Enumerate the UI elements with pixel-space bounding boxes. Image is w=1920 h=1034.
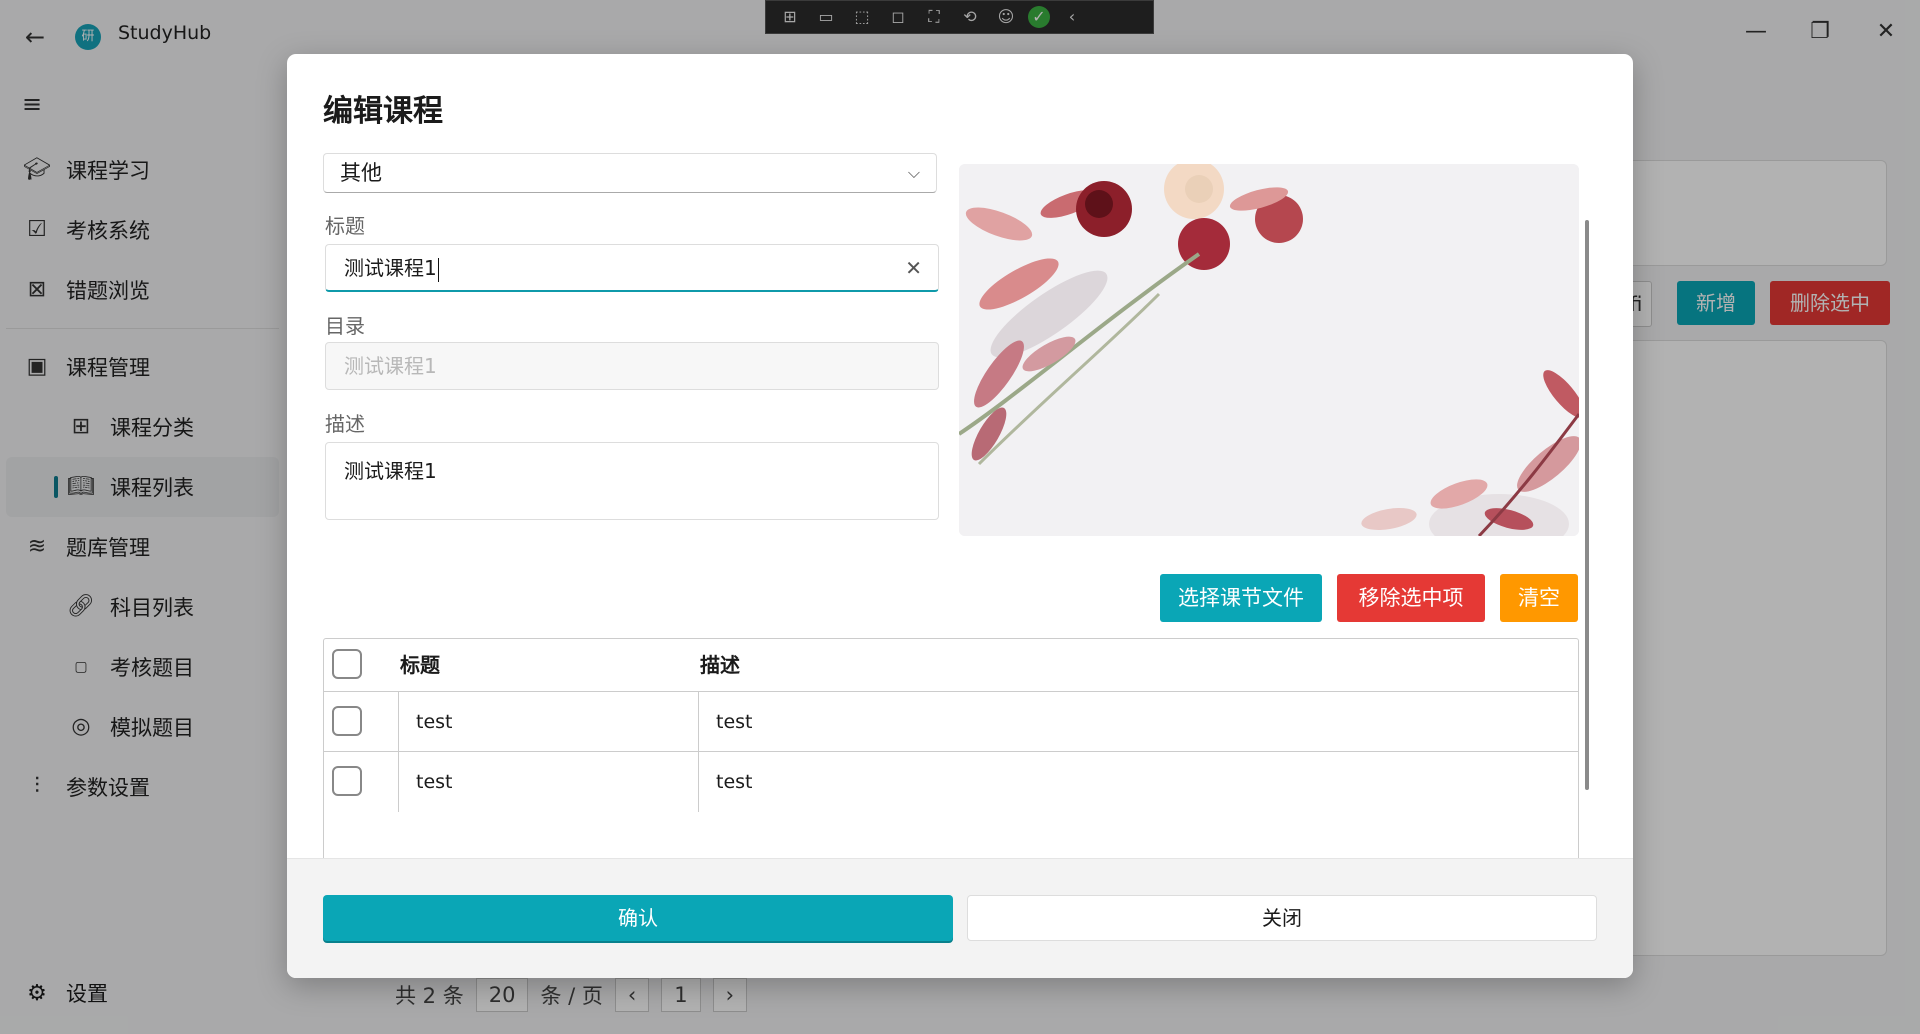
select-all-checkbox[interactable]: [332, 649, 362, 679]
row-description: test: [716, 771, 753, 793]
category-select[interactable]: 其他 ⌵: [323, 153, 937, 193]
table-row[interactable]: test test: [324, 751, 1578, 812]
directory-label: 目录: [325, 314, 365, 338]
clear-input-icon[interactable]: ✕: [905, 245, 922, 291]
confirm-button[interactable]: 确认: [323, 895, 953, 941]
row-checkbox[interactable]: [332, 766, 362, 796]
dialog-title: 编辑课程: [323, 94, 443, 129]
title-input[interactable]: 测试课程1 ✕: [325, 244, 939, 292]
table-header: 标题 描述: [324, 639, 1578, 691]
directory-input[interactable]: 测试课程1: [325, 342, 939, 390]
dialog-scrollbar[interactable]: [1585, 220, 1589, 790]
course-cover-image[interactable]: [959, 164, 1579, 536]
remove-selected-button[interactable]: 移除选中项: [1337, 574, 1485, 622]
category-value: 其他: [340, 161, 382, 185]
close-button[interactable]: 关闭: [967, 895, 1597, 941]
divider: [698, 692, 699, 752]
lesson-table: 标题 描述 test test test test: [323, 638, 1579, 864]
dialog-footer: 确认 关闭: [287, 858, 1633, 978]
edit-course-dialog: 编辑课程 其他 ⌵ 标题 测试课程1 ✕ 目录 测试课程1 描述 测试课程1 选…: [287, 54, 1633, 978]
description-label: 描述: [325, 412, 365, 436]
table-row[interactable]: test test: [324, 691, 1578, 752]
row-title: test: [416, 711, 453, 733]
row-title: test: [416, 771, 453, 793]
column-header-description: 描述: [700, 653, 740, 677]
divider: [398, 692, 399, 752]
divider: [698, 752, 699, 812]
column-header-title: 标题: [400, 653, 440, 677]
description-textarea[interactable]: 测试课程1: [325, 442, 939, 520]
choose-files-button[interactable]: 选择课节文件: [1160, 574, 1322, 622]
row-description: test: [716, 711, 753, 733]
title-label: 标题: [325, 214, 365, 238]
row-checkbox[interactable]: [332, 706, 362, 736]
title-input-value: 测试课程1: [344, 256, 437, 280]
divider: [398, 752, 399, 812]
clear-button[interactable]: 清空: [1500, 574, 1578, 622]
chevron-down-icon: ⌵: [907, 163, 920, 182]
floral-illustration: [959, 164, 1579, 536]
text-caret: [437, 257, 439, 282]
